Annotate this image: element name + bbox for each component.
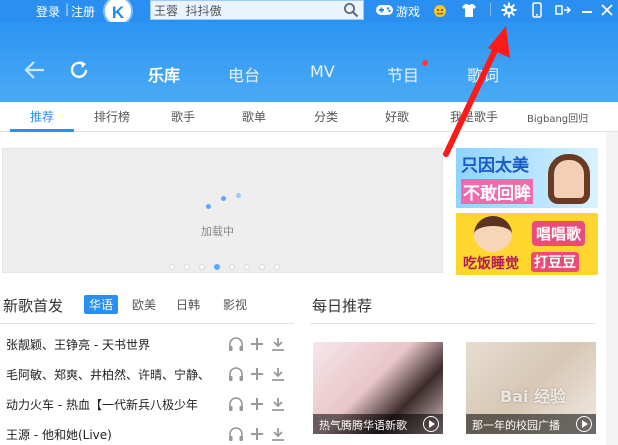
- download-icon[interactable]: [270, 336, 286, 355]
- carousel-page-dot[interactable]: [199, 264, 205, 270]
- login-separator: |: [65, 2, 70, 16]
- subtab-categories[interactable]: 分类: [314, 108, 338, 125]
- new-songs-title: 新歌首发: [3, 297, 64, 315]
- loading-spinner-dot: [236, 193, 241, 198]
- song-item[interactable]: 张靓颖、王铮亮 - 天书世界: [6, 336, 212, 353]
- tab-mv[interactable]: MV: [310, 62, 335, 81]
- download-icon[interactable]: [270, 366, 286, 385]
- gamepad-icon: [375, 2, 394, 20]
- download-icon[interactable]: [270, 426, 286, 445]
- carousel-page-dot[interactable]: [244, 264, 250, 270]
- search-icon[interactable]: [343, 2, 359, 21]
- add-icon[interactable]: [249, 426, 265, 445]
- main-nav: 乐库 电台 MV 节目 歌词: [0, 22, 618, 102]
- tab-shows[interactable]: 节目: [387, 62, 419, 86]
- play-icon[interactable]: [576, 416, 592, 432]
- filter-western[interactable]: 欧美: [132, 296, 156, 313]
- headphones-icon[interactable]: [228, 366, 244, 385]
- register-link[interactable]: 注册: [71, 3, 95, 20]
- mobile-icon[interactable]: [531, 2, 543, 21]
- headphones-icon[interactable]: [228, 426, 244, 445]
- gift-icon[interactable]: [432, 2, 448, 21]
- active-tab-underline: [10, 129, 74, 132]
- subtab-playlists[interactable]: 歌单: [242, 108, 266, 125]
- filter-film-tv[interactable]: 影视: [223, 296, 247, 313]
- refresh-icon[interactable]: [68, 59, 90, 84]
- song-item[interactable]: 王源 - 他和她(Live): [6, 426, 212, 443]
- loading-spinner-dot: [206, 204, 211, 209]
- ad-slogan-highlight: 打豆豆: [531, 252, 579, 272]
- search-input[interactable]: [154, 3, 334, 18]
- title-bar: 登录 | 注册 K 游戏: [0, 0, 618, 26]
- close-icon[interactable]: [600, 2, 614, 21]
- mini-mode-icon[interactable]: [555, 2, 572, 21]
- tab-radio[interactable]: 电台: [228, 62, 260, 86]
- play-icon[interactable]: [423, 416, 439, 432]
- carousel-page-dot[interactable]: [184, 264, 190, 270]
- tab-library[interactable]: 乐库: [148, 62, 180, 86]
- headphones-icon[interactable]: [228, 396, 244, 415]
- login-link[interactable]: 登录: [36, 3, 60, 20]
- carousel-page-dot[interactable]: [259, 264, 265, 270]
- loading-text: 加载中: [201, 225, 234, 238]
- filter-chinese[interactable]: 华语: [84, 295, 119, 314]
- skin-icon[interactable]: [461, 2, 477, 21]
- red-arrow-annotation: [443, 26, 510, 157]
- loading-spinner-dot: [221, 196, 226, 201]
- playlist-card[interactable]: 热气腾腾华语新歌: [313, 342, 443, 434]
- ad-banner-bottom[interactable]: 唱唱歌 吃饭睡觉 打豆豆: [456, 213, 598, 275]
- subtab-charts[interactable]: 排行榜: [94, 108, 130, 125]
- toolbar-divider: [490, 3, 491, 16]
- section-divider: [0, 323, 294, 324]
- sub-nav: 推荐 排行榜 歌手 歌单 分类 好歌 我是歌手 Bigbang回归: [0, 102, 618, 132]
- ad-cartoon-face: [474, 216, 512, 252]
- section-divider: [310, 323, 596, 324]
- subtab-singers[interactable]: 歌手: [171, 108, 195, 125]
- carousel-page-dot-active[interactable]: [214, 264, 220, 270]
- settings-gear-icon[interactable]: [501, 2, 517, 21]
- carousel-page-dot[interactable]: [169, 264, 175, 270]
- carousel-page-dot[interactable]: [274, 264, 280, 270]
- filter-japan-korea[interactable]: 日韩: [176, 296, 200, 313]
- ad-slogan: 吃饭睡觉: [463, 256, 519, 272]
- carousel-page-dot[interactable]: [229, 264, 235, 270]
- song-item[interactable]: 毛阿敏、郑爽、井柏然、许晴、宁静、: [6, 366, 212, 383]
- add-icon[interactable]: [249, 366, 265, 385]
- game-label: 游戏: [396, 5, 421, 19]
- baidu-watermark: Bai 经验: [500, 387, 567, 406]
- banner-carousel[interactable]: 加载中: [2, 148, 443, 273]
- ad-portrait: [548, 154, 590, 204]
- back-arrow-icon[interactable]: [24, 59, 46, 84]
- ad-badge: 唱唱歌: [532, 221, 586, 246]
- subtab-recommend[interactable]: 推荐: [30, 108, 54, 125]
- ad-subline: 不敢回眸: [461, 179, 533, 204]
- subtab-good-songs[interactable]: 好歌: [385, 108, 409, 125]
- search-box: [150, 0, 364, 20]
- scrollbar-track[interactable]: [606, 132, 618, 445]
- download-icon[interactable]: [270, 396, 286, 415]
- add-icon[interactable]: [249, 396, 265, 415]
- add-icon[interactable]: [249, 336, 265, 355]
- song-item[interactable]: 动力火车 - 热血【一代新兵八极少年: [6, 396, 212, 413]
- headphones-icon[interactable]: [228, 336, 244, 355]
- subtab-bigbang[interactable]: Bigbang回归: [527, 110, 588, 125]
- notification-dot: [422, 60, 428, 66]
- minimize-icon[interactable]: [580, 2, 594, 21]
- daily-recommend-title: 每日推荐: [312, 297, 373, 315]
